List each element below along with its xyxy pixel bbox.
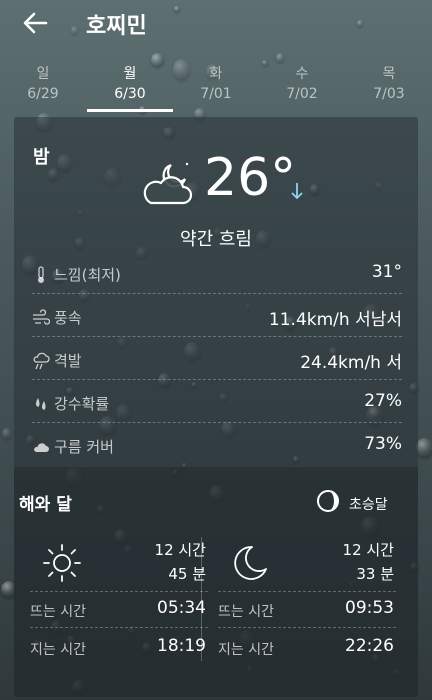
temperature: 26° — [204, 148, 297, 208]
gust-icon — [33, 352, 50, 370]
sunset-label: 지는 시간 — [30, 642, 86, 658]
detail-label: 강수확률 — [54, 395, 110, 413]
detail-value: 31° — [371, 262, 402, 282]
detail-row-precipitation: 강수확률 27% — [32, 383, 402, 423]
rain-drops-icon — [36, 398, 46, 410]
detail-row-cloud-cover: 구름 커버 73% — [32, 426, 402, 466]
moonrise-label: 뜨는 시간 — [218, 604, 274, 620]
tab-weekday: 월 — [123, 66, 137, 82]
sun-icon — [43, 544, 81, 582]
moon-phase-label: 초승달 — [349, 497, 388, 513]
day-tabs: 일 6/29 월 6/30 화 7/01 수 7/02 목 7/03 — [0, 64, 432, 114]
tab-day-0[interactable]: 일 6/29 — [0, 64, 86, 104]
sun-panel: 12 시간 45 분 뜨는 시간 05:34 지는 시간 18:19 — [24, 535, 208, 685]
raindrop — [1, 427, 13, 440]
moonset-time: 22:26 — [345, 636, 394, 656]
divider — [218, 627, 396, 628]
tab-day-4[interactable]: 목 7/03 — [346, 64, 432, 104]
raindrop — [415, 438, 432, 458]
sunrise-time: 05:34 — [157, 598, 206, 618]
top-bar: 호찌민 — [0, 0, 432, 50]
partly-cloudy-night-icon — [143, 162, 193, 205]
tab-day-1[interactable]: 월 6/30 — [87, 64, 173, 104]
period-label: 밤 — [33, 147, 50, 168]
detail-label: 풍속 — [54, 309, 82, 327]
moon-panel: 12 시간 33 분 뜨는 시간 09:53 지는 시간 22:26 — [212, 535, 396, 685]
divider — [30, 627, 208, 628]
back-arrow-icon[interactable] — [20, 8, 50, 38]
cloud-icon — [34, 443, 49, 452]
tab-day-3[interactable]: 수 7/02 — [259, 64, 345, 104]
divider — [32, 379, 402, 380]
moonset-label: 지는 시간 — [218, 642, 274, 658]
sun-duration-hours: 12 시간 — [154, 541, 206, 559]
tab-date: 6/30 — [114, 86, 146, 102]
divider — [218, 591, 396, 592]
temperature-down-arrow-icon — [291, 183, 303, 200]
detail-value: 73% — [364, 434, 402, 454]
tab-weekday: 목 — [382, 66, 396, 82]
tab-date: 7/03 — [373, 86, 405, 102]
sun-moon-title: 해와 달 — [19, 495, 72, 515]
sunrise-label: 뜨는 시간 — [30, 604, 86, 620]
tab-weekday: 일 — [36, 66, 50, 82]
thermometer-icon — [38, 266, 44, 283]
detail-label: 느낌(최저) — [54, 266, 121, 284]
moon-phase-icon — [317, 490, 339, 512]
selected-tab-indicator — [87, 109, 173, 112]
tab-day-2[interactable]: 화 7/01 — [173, 64, 259, 104]
tab-date: 7/02 — [286, 86, 318, 102]
detail-row-wind: 풍속 11.4km/h 서남서 — [32, 297, 402, 337]
raindrop — [276, 52, 285, 63]
detail-row-feels-like: 느낌(최저) 31° — [32, 254, 402, 294]
wind-icon — [33, 309, 50, 325]
tab-date: 6/29 — [27, 86, 59, 102]
sunset-time: 18:19 — [157, 636, 206, 656]
condition-text: 약간 흐림 — [180, 229, 252, 250]
detail-label: 구름 커버 — [54, 438, 114, 456]
detail-value: 27% — [364, 391, 402, 411]
moon-icon — [234, 546, 267, 580]
divider — [32, 293, 402, 294]
tab-weekday: 화 — [209, 66, 223, 82]
detail-value: 24.4km/h 서 — [300, 353, 402, 373]
sun-duration-minutes: 45 분 — [168, 565, 206, 583]
tab-date: 7/01 — [200, 86, 232, 102]
moon-duration-minutes: 33 분 — [356, 565, 394, 583]
detail-label: 격발 — [54, 352, 82, 370]
divider — [32, 336, 402, 337]
detail-row-gust: 격발 24.4km/h 서 — [32, 340, 402, 380]
moon-duration-hours: 12 시간 — [342, 541, 394, 559]
city-title: 호찌민 — [86, 14, 147, 39]
tab-weekday: 수 — [295, 66, 309, 82]
detail-value: 11.4km/h 서남서 — [268, 310, 402, 330]
divider — [30, 591, 208, 592]
divider — [32, 422, 402, 423]
moonrise-time: 09:53 — [345, 598, 394, 618]
